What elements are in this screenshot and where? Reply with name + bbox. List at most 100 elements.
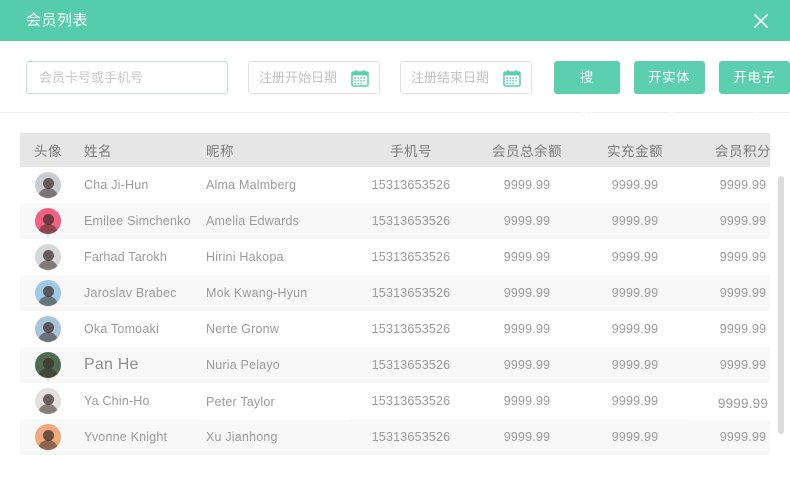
cell-points: 9999.99 xyxy=(688,311,770,347)
column-header-phone: 手机号 xyxy=(350,133,472,167)
cell-phone: 15313653526 xyxy=(350,347,472,383)
cell-balance: 9999.99 xyxy=(472,347,582,383)
cell-balance: 9999.99 xyxy=(472,419,582,455)
cell-balance: 9999.99 xyxy=(472,239,582,275)
table-row[interactable]: Oka Tomoaki Nerte Gronw 15313653526 9999.99… xyxy=(20,311,770,347)
cell-phone: 15313653526 xyxy=(350,383,472,419)
cell-charge: 9999.99 xyxy=(582,419,688,455)
cell-avatar xyxy=(20,311,76,347)
cell-phone: 15313653526 xyxy=(350,239,472,275)
dialog-titlebar: 会员列表 xyxy=(0,0,790,41)
table-row[interactable]: Ya Chin-Ho Peter Taylor 15313653526 9999.99… xyxy=(20,383,770,421)
start-date-field[interactable] xyxy=(248,61,380,94)
cell-name: Ya Chin-Ho xyxy=(76,383,200,419)
cell-charge: 9999.99 xyxy=(582,167,688,203)
table-row[interactable]: Yvonne Knight Xu Jianhong 15313653526 9999.… xyxy=(20,419,770,455)
open-electronic-card-button[interactable]: 开电子卡 xyxy=(718,61,790,118)
avatar xyxy=(35,172,61,198)
cell-charge: 9999.99 xyxy=(582,311,688,347)
close-button[interactable] xyxy=(748,8,774,34)
avatar xyxy=(35,424,61,450)
start-date-input[interactable] xyxy=(249,62,357,93)
cell-charge: 9999.99 xyxy=(582,347,688,383)
member-table-container: 头像 姓名 昵称 手机号 会员总余额 实充金额 会员积分 Cha Ji-Hun A… xyxy=(20,133,770,469)
calendar-icon[interactable] xyxy=(503,69,521,87)
cell-nickname: Nerte Gronw xyxy=(200,311,350,347)
cell-nickname: Hirini Hakopa xyxy=(200,239,350,275)
cell-avatar xyxy=(20,275,76,311)
cell-avatar xyxy=(20,239,76,275)
cell-points: 9999.99 xyxy=(688,385,770,421)
search-button[interactable]: 搜索 xyxy=(553,61,620,118)
avatar xyxy=(35,388,61,414)
cell-points: 9999.99 xyxy=(688,203,770,239)
cell-points: 9999.99 xyxy=(688,167,770,203)
cell-name: Emilee Simchenko xyxy=(76,203,200,239)
table-header-row: 头像 姓名 昵称 手机号 会员总余额 实充金额 会员积分 xyxy=(20,133,770,167)
page-title: 会员列表 xyxy=(26,12,89,29)
cell-points: 9999.99 xyxy=(688,275,770,311)
cell-nickname: Xu Jianhong xyxy=(200,419,350,455)
table-scrollbar-track[interactable] xyxy=(778,176,784,434)
calendar-icon[interactable] xyxy=(351,69,369,87)
keyword-input[interactable] xyxy=(26,61,228,94)
cell-phone: 15313653526 xyxy=(350,167,472,203)
cell-nickname: Peter Taylor xyxy=(200,384,350,420)
cell-points: 9999.99 xyxy=(688,239,770,275)
cell-avatar xyxy=(20,167,76,203)
column-header-nickname: 昵称 xyxy=(200,133,350,167)
table-row[interactable]: Farhad Tarokh Hirini Hakopa 15313653526 999… xyxy=(20,239,770,275)
cell-charge: 9999.99 xyxy=(582,239,688,275)
avatar xyxy=(35,352,61,378)
table-row[interactable]: Pan He Nuria Pelayo 15313653526 9999.99 9999… xyxy=(20,347,770,383)
cell-nickname: Amelia Edwards xyxy=(200,203,350,239)
end-date-field[interactable] xyxy=(399,61,532,94)
table-header: 头像 姓名 昵称 手机号 会员总余额 实充金额 会员积分 xyxy=(20,133,770,167)
table-scrollbar-thumb[interactable] xyxy=(778,176,784,434)
cell-balance: 9999.99 xyxy=(472,167,582,203)
cell-phone: 15313653526 xyxy=(350,419,472,455)
avatar xyxy=(35,208,61,234)
member-table: 头像 姓名 昵称 手机号 会员总余额 实充金额 会员积分 Cha Ji-Hun A… xyxy=(20,133,770,455)
cell-nickname: Alma Malmberg xyxy=(200,167,350,203)
cell-name: Pan He xyxy=(76,347,200,383)
cell-avatar xyxy=(20,383,76,419)
avatar xyxy=(35,280,61,306)
table-row[interactable]: Emilee Simchenko Amelia Edwards 1531365352… xyxy=(20,203,770,239)
cell-name: Yvonne Knight xyxy=(76,419,200,455)
avatar xyxy=(35,244,61,270)
cell-phone: 15313653526 xyxy=(350,275,472,311)
cell-name: Farhad Tarokh xyxy=(76,239,200,275)
cell-phone: 15313653526 xyxy=(350,311,472,347)
end-date-input[interactable] xyxy=(400,62,509,93)
cell-avatar xyxy=(20,203,76,239)
cell-points: 9999.99 xyxy=(688,347,770,383)
cell-balance: 9999.99 xyxy=(472,203,582,239)
avatar xyxy=(35,316,61,342)
cell-balance: 9999.99 xyxy=(472,311,582,347)
open-physical-card-button[interactable]: 开实体卡 xyxy=(633,61,705,118)
close-icon xyxy=(754,14,768,28)
cell-nickname: Nuria Pelayo xyxy=(200,347,350,383)
cell-phone: 15313653526 xyxy=(350,203,472,239)
cell-charge: 9999.99 xyxy=(582,275,688,311)
table-row[interactable]: Cha Ji-Hun Alma Malmberg 15313653526 9999.9… xyxy=(20,167,770,203)
cell-avatar xyxy=(20,347,76,383)
cell-name: Jaroslav Brabec xyxy=(76,275,200,311)
cell-charge: 9999.99 xyxy=(582,383,688,419)
filter-toolbar: 搜索 开实体卡 开电子卡 xyxy=(0,41,790,118)
table-body: Cha Ji-Hun Alma Malmberg 15313653526 9999.9… xyxy=(20,167,770,455)
column-header-balance: 会员总余额 xyxy=(472,133,582,167)
column-header-charge: 实充金额 xyxy=(582,133,688,167)
cell-balance: 9999.99 xyxy=(472,383,582,419)
cell-balance: 9999.99 xyxy=(472,275,582,311)
cell-name: Cha Ji-Hun xyxy=(76,167,200,203)
member-list-dialog: 会员列表 会员卡号或手机号 注册开始日期 注册结束日期 搜索 开实体卡 开电子卡… xyxy=(0,0,790,500)
table-row[interactable]: Jaroslav Brabec Mok Kwang-Hyun 15313653526… xyxy=(20,275,770,311)
column-header-points: 会员积分 xyxy=(688,133,770,167)
cell-points: 9999.99 xyxy=(688,419,770,455)
cell-nickname: Mok Kwang-Hyun xyxy=(200,275,350,311)
column-header-name: 姓名 xyxy=(76,133,200,167)
cell-name: Oka Tomoaki xyxy=(76,311,200,347)
cell-avatar xyxy=(20,419,76,455)
